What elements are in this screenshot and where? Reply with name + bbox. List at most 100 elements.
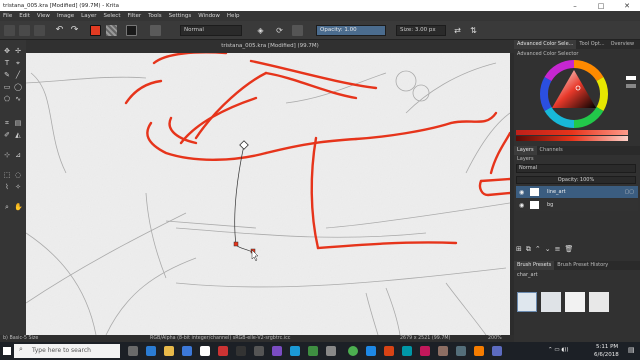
redo-icon[interactable]: ↷	[69, 25, 80, 36]
menu-filter[interactable]: Filter	[127, 13, 141, 19]
taskbar-search-box[interactable]: Type here to search	[14, 344, 120, 358]
menu-image[interactable]: Image	[57, 13, 74, 19]
new-document-icon[interactable]	[4, 25, 15, 36]
clock-date[interactable]: 6/6/2018	[594, 352, 619, 358]
eraser-mode-icon[interactable]: ◈	[255, 25, 266, 36]
tab-layers[interactable]: Layers	[514, 146, 537, 155]
tab-channels[interactable]: Channels	[537, 146, 566, 155]
brush-preset-3[interactable]	[565, 292, 585, 312]
tab-brush-preset-history[interactable]: Brush Preset History	[554, 261, 611, 270]
duplicate-layer-icon[interactable]: ⧉	[526, 245, 531, 256]
app-icon-3[interactable]	[272, 346, 282, 356]
drawing-canvas[interactable]	[26, 53, 510, 335]
mirror-vertical-icon[interactable]: ⇅	[468, 25, 479, 36]
layer-properties-icon[interactable]: ≡	[555, 245, 561, 256]
ellipse-select-tool-icon[interactable]: ◌	[14, 171, 22, 179]
opacity-slider[interactable]: Opacity: 1.00	[316, 25, 386, 36]
app-icon-13[interactable]	[474, 346, 484, 356]
delete-layer-icon[interactable]: 🗑	[565, 245, 574, 256]
layer-row-bg[interactable]: ◉ bg	[516, 199, 638, 211]
color-wheel[interactable]	[514, 58, 640, 140]
close-button[interactable]: ✕	[614, 2, 640, 10]
freehand-select-tool-icon[interactable]: ⌇	[3, 183, 11, 191]
store-icon[interactable]	[182, 346, 192, 356]
measure-tool-icon[interactable]: ⊿	[14, 151, 22, 159]
add-layer-icon[interactable]: ⊞	[516, 245, 522, 256]
preset-filter-tag[interactable]: char_art	[517, 272, 538, 278]
pattern-swatch[interactable]	[126, 25, 137, 36]
undo-icon[interactable]: ↶	[54, 25, 65, 36]
ellipse-tool-icon[interactable]: ◯	[14, 83, 22, 91]
notifications-icon[interactable]: ▤	[628, 346, 635, 354]
clock-time[interactable]: 5:11 PM	[596, 344, 618, 350]
brush-tool-icon[interactable]: ✎	[3, 71, 11, 79]
app-icon-6[interactable]	[326, 346, 336, 356]
text-tool-icon[interactable]: T	[3, 59, 11, 67]
color-picker-tool-icon[interactable]: ✐	[3, 131, 11, 139]
foreground-color-swatch[interactable]	[90, 25, 101, 36]
app-icon-11[interactable]	[438, 346, 448, 356]
save-document-icon[interactable]	[34, 25, 45, 36]
crop-tool-icon[interactable]: ⌗	[3, 119, 11, 127]
move-layer-down-icon[interactable]: ⌄	[545, 245, 551, 256]
edge-icon[interactable]	[146, 346, 156, 356]
app-icon-10[interactable]	[420, 346, 430, 356]
open-document-icon[interactable]	[19, 25, 30, 36]
rectangle-tool-icon[interactable]: ▭	[3, 83, 11, 91]
tab-overview[interactable]: Overview	[608, 40, 638, 49]
status-zoom[interactable]: 200%	[488, 335, 502, 342]
menu-settings[interactable]: Settings	[169, 13, 192, 19]
mail-icon[interactable]	[200, 346, 210, 356]
app-icon-1[interactable]	[236, 346, 246, 356]
magic-wand-tool-icon[interactable]: ✧	[14, 183, 22, 191]
menu-select[interactable]: Select	[104, 13, 121, 19]
reload-preset-icon[interactable]: ⟳	[274, 25, 285, 36]
media-icon[interactable]	[218, 346, 228, 356]
eye-icon[interactable]: ◉	[519, 202, 524, 209]
layer-blend-select[interactable]: Normal	[516, 164, 636, 173]
polygon-tool-icon[interactable]: ⬠	[3, 95, 11, 103]
move-layer-up-icon[interactable]: ⌃	[535, 245, 541, 256]
app-icon-7[interactable]	[366, 346, 376, 356]
app-icon-12[interactable]	[456, 346, 466, 356]
zoom-tool-icon[interactable]: ⌕	[3, 203, 11, 211]
tray-icons[interactable]: ⌃ ▭ ◖))	[548, 347, 569, 353]
menu-edit[interactable]: Edit	[19, 13, 30, 19]
fill-tool-icon[interactable]: ◭	[14, 131, 22, 139]
menu-tools[interactable]: Tools	[148, 13, 162, 19]
app-icon-2[interactable]	[254, 346, 264, 356]
menu-file[interactable]: File	[3, 13, 12, 19]
tab-brush-presets[interactable]: Brush Presets	[514, 261, 555, 270]
tab-advanced-color-selector[interactable]: Advanced Color Sele...	[514, 40, 577, 49]
assistant-tool-icon[interactable]: ⊹	[3, 151, 11, 159]
minimize-button[interactable]: –	[562, 2, 588, 10]
layer-lock-icon[interactable]: ▢▢	[625, 189, 634, 195]
app-icon-4[interactable]	[290, 346, 300, 356]
color-slider-1[interactable]	[516, 130, 628, 135]
brush-size-slider[interactable]: Size: 3.00 px	[396, 25, 446, 36]
chrome-icon[interactable]	[348, 346, 358, 356]
line-tool-icon[interactable]: ╱	[14, 71, 22, 79]
menu-help[interactable]: Help	[227, 13, 240, 19]
task-view-icon[interactable]	[128, 346, 138, 356]
layer-row-line-art[interactable]: ◉ line_art ▢▢	[516, 186, 638, 198]
color-slider-2[interactable]	[516, 136, 628, 141]
app-icon-5[interactable]	[308, 346, 318, 356]
brush-preset-4[interactable]	[589, 292, 609, 312]
edit-shapes-tool-icon[interactable]: ⌖	[14, 59, 22, 67]
brush-preset-2[interactable]	[541, 292, 561, 312]
app-icon-8[interactable]	[384, 346, 394, 356]
brush-preset-1[interactable]	[517, 292, 537, 312]
eye-icon[interactable]: ◉	[519, 189, 524, 196]
file-explorer-icon[interactable]	[164, 346, 174, 356]
alpha-lock-icon[interactable]	[292, 25, 303, 36]
windows-start-icon[interactable]	[3, 347, 11, 355]
move-tool-icon[interactable]: ✢	[14, 47, 22, 55]
krita-icon[interactable]	[492, 346, 502, 356]
maximize-button[interactable]: □	[588, 2, 614, 10]
transform-tool-icon[interactable]: ✥	[3, 47, 11, 55]
brush-preset-icon[interactable]	[150, 25, 161, 36]
mirror-horizontal-icon[interactable]: ⇄	[452, 25, 463, 36]
rect-select-tool-icon[interactable]: ⬚	[3, 171, 11, 179]
gradient-tool-icon[interactable]: ▤	[14, 119, 22, 127]
